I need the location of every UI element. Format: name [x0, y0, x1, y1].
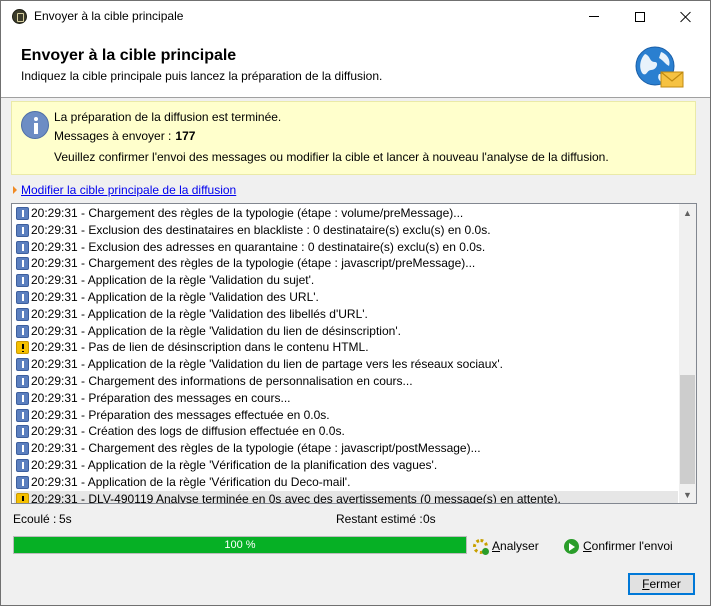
chevron-up-icon: ▲ — [683, 207, 692, 218]
log-row[interactable]: 20:29:31 - Application de la règle 'Vali… — [14, 289, 678, 306]
log-row[interactable]: 20:29:31 - Chargement des règles de la t… — [14, 440, 678, 457]
elapsed-value: 5s — [59, 512, 72, 526]
log-row[interactable]: 20:29:31 - Application de la règle 'Vali… — [14, 323, 678, 340]
log-row-text: 20:29:31 - Application de la règle 'Vali… — [31, 357, 503, 372]
log-row[interactable]: 20:29:31 - Application de la règle 'Véri… — [14, 474, 678, 491]
confirm-send-button[interactable]: Confirmer l'envoi — [564, 537, 673, 555]
close-button[interactable]: Fermer — [628, 573, 695, 595]
info-panel: La préparation de la diffusion est termi… — [11, 101, 696, 175]
log-row-text: 20:29:31 - Chargement des règles de la t… — [31, 441, 481, 456]
log-row-text: 20:29:31 - Chargement des règles de la t… — [31, 206, 464, 220]
log-row[interactable]: 20:29:31 - Application de la règle 'Véri… — [14, 457, 678, 474]
remaining-label: Restant estimé : — [336, 512, 423, 526]
log-row-text: 20:29:31 - DLV-490119 Analyse terminée e… — [31, 491, 561, 504]
info-icon — [16, 324, 29, 338]
log-row-text: 20:29:31 - Application de la règle 'Vali… — [31, 289, 319, 304]
messages-count: 177 — [175, 129, 196, 143]
info-icon — [16, 475, 29, 489]
scroll-up-button[interactable]: ▲ — [679, 204, 696, 221]
play-icon — [564, 538, 579, 554]
log-row[interactable]: 20:29:31 - Préparation des messages en c… — [14, 390, 678, 407]
remaining-value: 0s — [423, 512, 436, 526]
messages-label: Messages à envoyer : — [54, 129, 172, 143]
log-row[interactable]: 20:29:31 - Chargement des règles de la t… — [14, 205, 678, 222]
info-icon — [16, 425, 29, 439]
info-icon — [16, 374, 29, 388]
log-scrollbar[interactable]: ▲ ▼ — [679, 204, 696, 503]
maximize-icon — [635, 11, 645, 22]
info-icon — [16, 240, 29, 254]
info-icon — [16, 274, 29, 288]
log-row[interactable]: 20:29:31 - Application de la règle 'Vali… — [14, 356, 678, 373]
info-icon — [16, 442, 29, 456]
dialog-header: Envoyer à la cible principale Indiquez l… — [1, 32, 710, 98]
info-icon — [16, 290, 29, 304]
log-row[interactable]: 20:29:31 - DLV-490119 Analyse terminée e… — [14, 490, 678, 504]
info-status-text: La préparation de la diffusion est termi… — [54, 110, 282, 124]
info-instructions: Veuillez confirmer l'envoi des messages … — [54, 150, 609, 164]
log-row-text: 20:29:31 - Chargement des règles de la t… — [31, 256, 476, 271]
info-icon — [16, 207, 29, 220]
log-row[interactable]: 20:29:31 - Préparation des messages effe… — [14, 407, 678, 424]
info-icon — [16, 223, 29, 237]
log-panel: 20:29:31 - Chargement des règles de la t… — [11, 203, 697, 504]
confirm-send-label: Confirmer l'envoi — [583, 539, 673, 553]
maximize-button[interactable] — [617, 1, 663, 32]
info-icon — [16, 358, 29, 372]
analyze-gear-icon — [473, 538, 489, 555]
window-title: Envoyer à la cible principale — [34, 9, 184, 23]
elapsed-label: Ecoulé : — [13, 512, 57, 526]
analyze-button-label: Analyser — [492, 539, 539, 553]
analyze-button[interactable]: Analyser — [473, 537, 539, 555]
page-title: Envoyer à la cible principale — [21, 47, 237, 64]
warning-icon — [16, 341, 29, 355]
log-row-text: 20:29:31 - Création des logs de diffusio… — [31, 424, 345, 439]
close-icon — [680, 11, 692, 23]
minimize-icon — [589, 16, 599, 17]
log-row-text: 20:29:31 - Application de la règle 'Vali… — [31, 306, 368, 321]
title-bar: Envoyer à la cible principale — [1, 1, 710, 32]
warning-icon — [16, 492, 29, 503]
log-row[interactable]: 20:29:31 - Chargement des informations d… — [14, 373, 678, 390]
info-icon — [21, 111, 49, 139]
chevron-down-icon: ▼ — [683, 489, 692, 500]
window-close-button[interactable] — [663, 1, 709, 32]
log-row-text: 20:29:31 - Exclusion des adresses en qua… — [31, 239, 486, 254]
messages-count-line: Messages à envoyer :177 — [54, 129, 195, 143]
log-row[interactable]: 20:29:31 - Chargement des règles de la t… — [14, 255, 678, 272]
log-row[interactable]: 20:29:31 - Exclusion des destinataires e… — [14, 222, 678, 239]
modify-target-link[interactable]: Modifier la cible principale de la diffu… — [21, 183, 236, 197]
log-row-text: 20:29:31 - Préparation des messages effe… — [31, 407, 330, 422]
close-button-label: Fermer — [642, 577, 681, 591]
log-row-text: 20:29:31 - Préparation des messages en c… — [31, 390, 291, 405]
progress-text: 100 % — [224, 539, 256, 551]
log-row-text: 20:29:31 - Chargement des informations d… — [31, 373, 413, 388]
log-row-text: 20:29:31 - Application de la règle 'Véri… — [31, 457, 438, 472]
scroll-down-button[interactable]: ▼ — [679, 486, 696, 503]
info-icon — [16, 257, 29, 271]
arrow-right-icon — [13, 186, 17, 194]
info-icon — [16, 408, 29, 422]
progress-bar: 100 % — [13, 536, 467, 554]
info-icon — [16, 391, 29, 405]
log-row[interactable]: 20:29:31 - Exclusion des adresses en qua… — [14, 239, 678, 256]
log-row[interactable]: 20:29:31 - Application de la règle 'Vali… — [14, 272, 678, 289]
log-row[interactable]: 20:29:31 - Création des logs de diffusio… — [14, 423, 678, 440]
globe-envelope-icon — [635, 46, 684, 88]
log-row-text: 20:29:31 - Exclusion des destinataires e… — [31, 222, 491, 237]
page-subtitle: Indiquez la cible principale puis lancez… — [21, 69, 383, 83]
log-row-text: 20:29:31 - Application de la règle 'Vali… — [31, 323, 401, 338]
info-icon — [16, 307, 29, 321]
log-row[interactable]: 20:29:31 - Pas de lien de désinscription… — [14, 339, 678, 356]
log-row[interactable]: 20:29:31 - Application de la règle 'Vali… — [14, 306, 678, 323]
log-list: 20:29:31 - Chargement des règles de la t… — [14, 205, 678, 504]
app-icon — [12, 9, 27, 24]
minimize-button[interactable] — [571, 1, 617, 32]
scroll-thumb[interactable] — [680, 375, 695, 484]
dialog-window: Envoyer à la cible principale Envoyer à … — [0, 0, 711, 606]
log-row-text: 20:29:31 - Pas de lien de désinscription… — [31, 340, 369, 355]
info-icon — [16, 458, 29, 472]
log-row-text: 20:29:31 - Application de la règle 'Vali… — [31, 273, 315, 288]
log-row-text: 20:29:31 - Application de la règle 'Véri… — [31, 474, 351, 489]
